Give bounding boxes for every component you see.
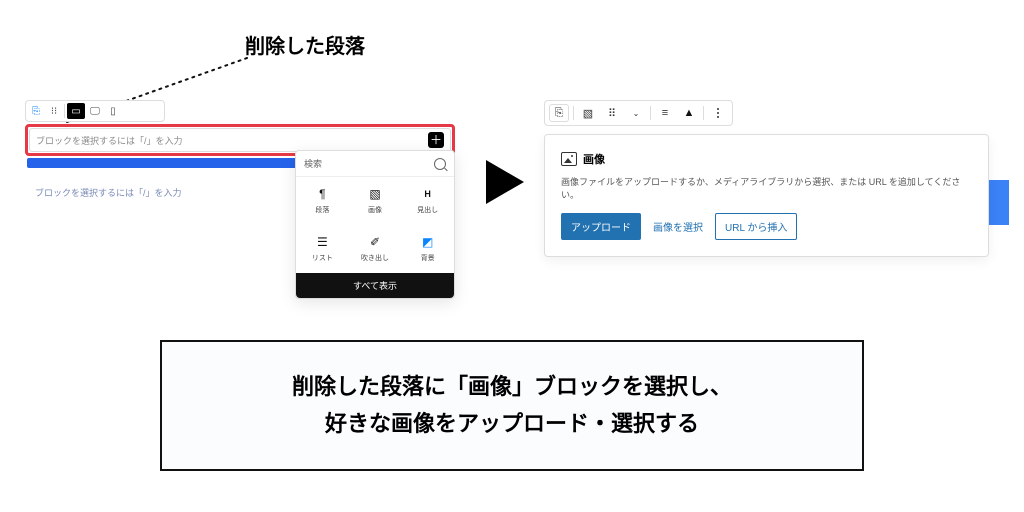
separator (650, 106, 651, 120)
callout-line-1: 削除した段落に「画像」ブロックを選択し、 (182, 368, 842, 405)
annotation-label: 削除した段落 (245, 30, 365, 59)
block-inserter-popover: 検索 ¶段落 ▧画像 H見出し ☰リスト ✐吹き出し ◩背景 すべて表示 (295, 150, 455, 299)
search-label: 検索 (304, 157, 322, 170)
desktop-icon[interactable]: 🖵 (87, 103, 103, 119)
chevron-down-icon[interactable]: ⌄ (626, 104, 646, 122)
callout-line-2: 好きな画像をアップロード・選択する (182, 405, 842, 442)
block-background[interactable]: ◩背景 (401, 225, 454, 273)
separator (573, 106, 574, 120)
image-icon (561, 152, 577, 166)
insert-url-button[interactable]: URL から挿入 (715, 213, 797, 240)
inserter-grid: ¶段落 ▧画像 H見出し ☰リスト ✐吹き出し ◩背景 (296, 177, 454, 273)
image-block-card: 画像 画像ファイルをアップロードするか、メディアライブラリから選択、または UR… (544, 134, 989, 257)
heading-icon: H (420, 187, 436, 201)
warning-icon[interactable]: ▲ (679, 104, 699, 122)
inserter-show-all[interactable]: すべて表示 (296, 273, 454, 298)
separator (703, 106, 704, 120)
align-icon[interactable]: ≡ (655, 104, 675, 122)
more-icon[interactable] (708, 104, 728, 122)
block-list[interactable]: ☰リスト (296, 225, 349, 273)
select-image-button[interactable]: 画像を選択 (651, 214, 705, 239)
list-icon: ☰ (314, 235, 330, 249)
paragraph-placeholder-row[interactable]: ブロックを選択するには「/」を入力 ＋ (29, 128, 451, 152)
placeholder-text: ブロックを選択するには「/」を入力 (36, 134, 183, 147)
image-title: 画像 (583, 151, 605, 167)
image-icon[interactable]: ▧ (578, 104, 598, 122)
paragraph-icon: ¶ (314, 187, 330, 201)
left-editor-panel: ⎘ ⁝⁝ ▭ 🖵 ▯ ブロックを選択するには「/」を入力 ＋ ブロックを選択する… (25, 100, 455, 199)
instruction-callout: 削除した段落に「画像」ブロックを選択し、 好きな画像をアップロード・選択する (160, 340, 864, 471)
block-paragraph[interactable]: ¶段落 (296, 177, 349, 225)
image-icon: ▧ (367, 187, 383, 201)
balloon-icon: ✐ (367, 235, 383, 249)
transform-icon[interactable]: ⎘ (28, 103, 44, 119)
block-toolbar: ⎘ ⁝⁝ ▭ 🖵 ▯ (25, 100, 165, 122)
search-icon (434, 158, 446, 170)
block-heading[interactable]: H見出し (401, 177, 454, 225)
add-block-button[interactable]: ＋ (428, 132, 444, 148)
image-actions: アップロード 画像を選択 URL から挿入 (561, 213, 972, 240)
arrow-icon (486, 160, 524, 204)
upload-button[interactable]: アップロード (561, 213, 641, 240)
image-block-toolbar: ⎘ ▧ ⠿ ⌄ ≡ ▲ (544, 100, 733, 126)
inserter-search[interactable]: 検索 (296, 151, 454, 177)
transform-icon[interactable]: ⎘ (549, 104, 569, 122)
align-icon[interactable]: ▭ (67, 103, 85, 119)
grid-icon[interactable]: ⠿ (602, 104, 622, 122)
block-balloon[interactable]: ✐吹き出し (349, 225, 402, 273)
mobile-icon[interactable]: ▯ (105, 103, 121, 119)
separator (64, 104, 65, 118)
block-image[interactable]: ▧画像 (349, 177, 402, 225)
drag-handle-icon[interactable]: ⁝⁝ (46, 103, 62, 119)
image-description: 画像ファイルをアップロードするか、メディアライブラリから選択、または URL を… (561, 175, 972, 201)
background-icon: ◩ (420, 235, 436, 249)
right-image-panel: ⎘ ▧ ⠿ ⌄ ≡ ▲ 画像 画像ファイルをアップロードするか、メディアライブラ… (544, 100, 1014, 257)
